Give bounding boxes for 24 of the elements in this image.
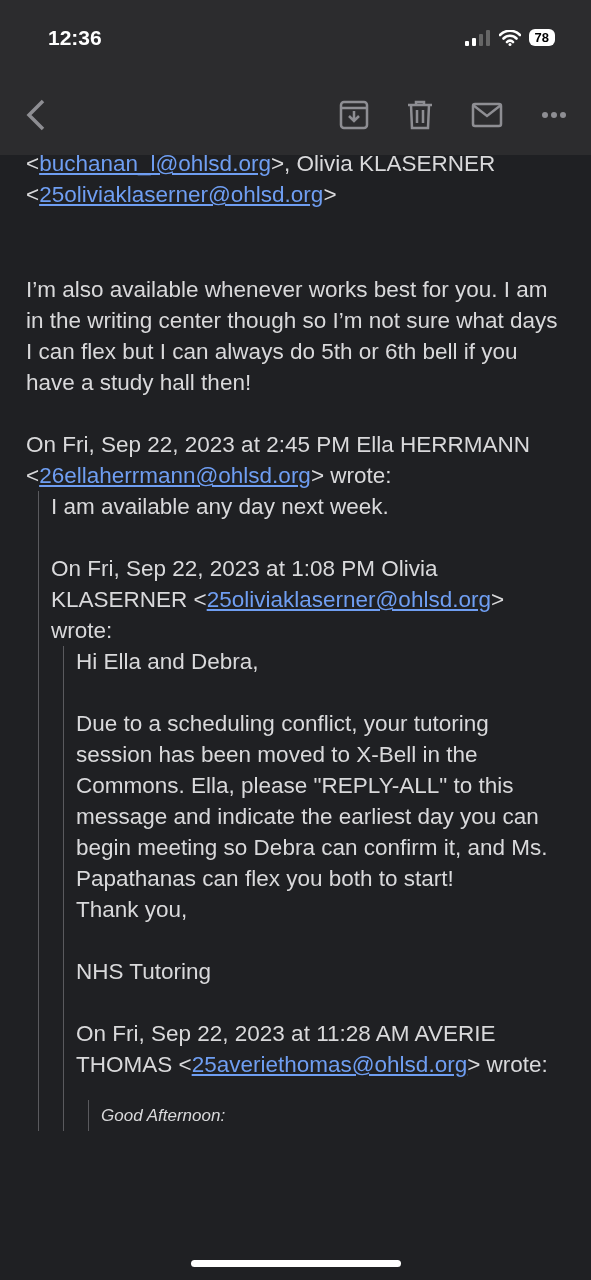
recipient-list: <buchanan_l@ohlsd.org>, Olivia KLASERNER <25oliviaklaserner@ohlsd.org> xyxy=(26,148,569,210)
email-link[interactable]: buchanan_l@ohlsd.org xyxy=(39,151,271,176)
message-text: I am available any day next week. xyxy=(51,493,390,521)
quote-attribution: On Fri, Sep 22, 2023 at 11:28 AM AVERIE THOMAS <25averiethomas@ohlsd.org> wrote: xyxy=(76,1020,549,1079)
email-link[interactable]: 25averiethomas@ohlsd.org xyxy=(191,1052,468,1077)
message-text: Hi Ella and Debra, xyxy=(76,648,260,676)
battery-level: 78 xyxy=(528,29,555,46)
wifi-icon xyxy=(498,29,521,46)
trash-icon xyxy=(407,100,433,130)
email-link[interactable]: 25oliviaklaserner@ohlsd.org xyxy=(39,182,324,207)
signal-icon xyxy=(464,29,491,46)
archive-icon xyxy=(339,100,369,130)
mail-icon xyxy=(471,102,503,128)
message-text: Due to a scheduling conflict, your tutoring session has been moved to X-Bell in the Commons. Ella, please "REPLY-ALL" to this message and indicate the earliest day you can begin meeting so Debra can confirm it, and Ms. Papathanas can flex you both to start! Thank you, xyxy=(76,710,549,924)
quote-attribution: On Fri, Sep 22, 2023 at 1:08 PM Olivia KLASERNER <25oliviaklaserner@ohlsd.org> wrote: xyxy=(51,555,506,645)
message-text: NHS Tutoring xyxy=(76,958,213,986)
more-icon xyxy=(541,111,567,119)
message-text: I’m also available whenever works best for you. I am in the writing center though so I’m not sure what days I can flex but I can always do 5th or 6th bell if you have a study hall then! xyxy=(26,276,559,397)
message-text: Good Afternoon: xyxy=(101,1105,227,1127)
back-icon xyxy=(26,99,46,131)
email-link[interactable]: 26ellaherrmann@ohlsd.org xyxy=(39,463,311,488)
quote-attribution: On Fri, Sep 22, 2023 at 2:45 PM Ella HERRMANN <26ellaherrmann@ohlsd.org> wrote: xyxy=(26,431,531,490)
status-time: 12:36 xyxy=(48,25,102,50)
email-link[interactable]: 25oliviaklaserner@ohlsd.org xyxy=(206,587,491,612)
